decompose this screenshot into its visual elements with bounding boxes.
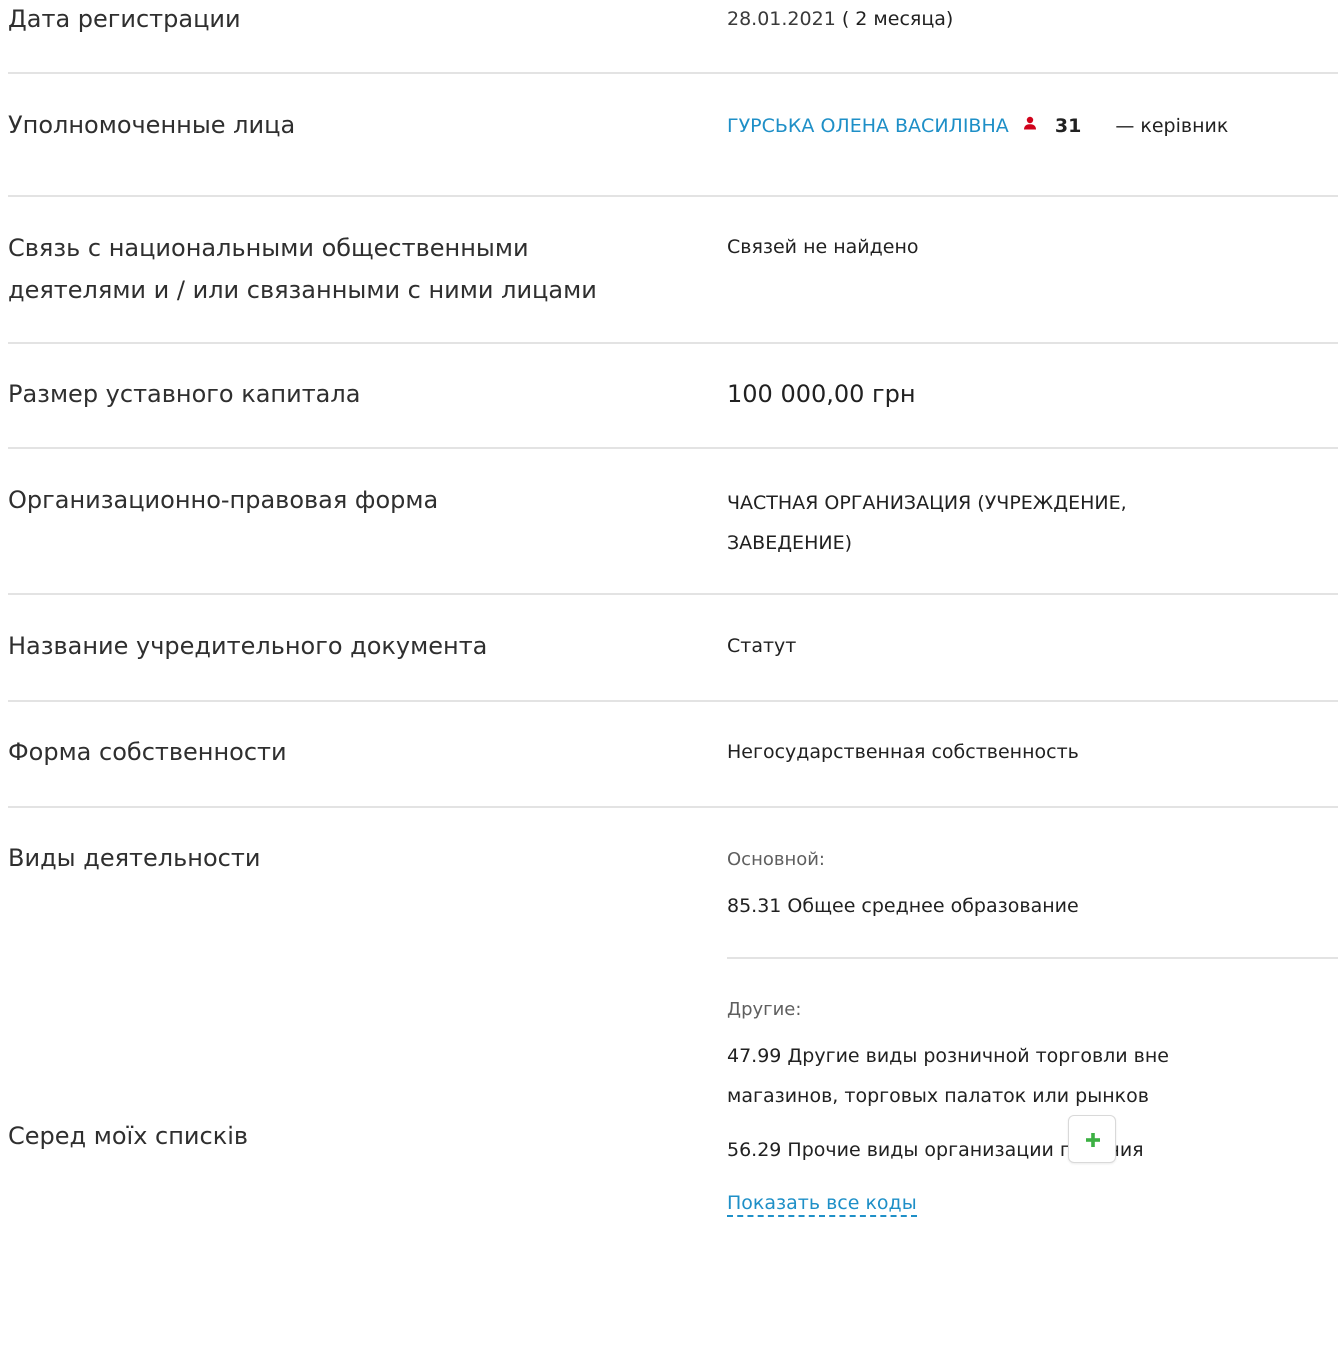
pep-label-line1: Связь с национальными общественными — [8, 234, 529, 262]
registration-date-value: 28.01.2021 ( 2 месяца) — [727, 0, 1338, 38]
authorized-person-role: — керівник — [1115, 115, 1229, 137]
activities-divider — [727, 957, 1338, 959]
row-authorized-persons: Уполномоченные лица ГУРСЬКА ОЛЕНА ВАСИЛІ… — [8, 74, 1338, 197]
legal-form-value: ЧАСТНАЯ ОРГАНИЗАЦИЯ (УЧРЕЖДЕНИЕ, ЗАВЕДЕН… — [727, 483, 1338, 563]
authorized-person-link[interactable]: ГУРСЬКА ОЛЕНА ВАСИЛІВНА — [727, 115, 1009, 137]
row-legal-form: Организационно-правовая форма ЧАСТНАЯ ОР… — [8, 449, 1338, 595]
charter-capital-label: Размер уставного капитала — [8, 380, 361, 408]
show-all-codes: Показать все коды — [727, 1184, 1338, 1222]
founding-document-value: Статут — [727, 635, 797, 657]
legal-form-line2: ЗАВЕДЕНИЕ) — [727, 532, 852, 554]
pep-label-line2: деятелями и / или связанными с ними лица… — [8, 276, 597, 304]
authorized-persons-value: ГУРСЬКА ОЛЕНА ВАСИЛІВНА 31 — керівник — [727, 107, 1338, 146]
row-pep-connections: Связь с национальными общественными деят… — [8, 197, 1338, 344]
registration-date-label: Дата регистрации — [8, 5, 241, 33]
main-activity-heading: Основной: — [727, 849, 825, 870]
company-details: Дата регистрации 28.01.2021 ( 2 месяца) … — [0, 0, 1343, 1354]
other-activity-1-line2: магазинов, торговых палаток или рынков — [727, 1085, 1149, 1107]
registration-date: 28.01.2021 — [727, 8, 836, 30]
legal-form-label: Организационно-правовая форма — [8, 486, 439, 514]
founding-document-label: Название учредительного документа — [8, 632, 488, 660]
row-activities: Виды деятельности Основной: 85.31 Общее … — [8, 808, 1338, 1228]
row-charter-capital: Размер уставного капитала 100 000,00 грн — [8, 344, 1338, 449]
charter-capital-value: 100 000,00 грн — [727, 380, 916, 408]
my-lists-label: Серед моїх списків — [8, 1122, 249, 1150]
related-companies-count[interactable]: 31 — [1055, 115, 1081, 137]
show-all-codes-link[interactable]: Показать все коды — [727, 1192, 917, 1217]
legal-form-line1: ЧАСТНАЯ ОРГАНИЗАЦИЯ (УЧРЕЖДЕНИЕ, — [727, 492, 1127, 514]
row-ownership-form: Форма собственности Негосударственная со… — [8, 702, 1338, 808]
pep-connections-label: Связь с национальными общественными деят… — [8, 227, 668, 311]
registration-duration: ( 2 месяца) — [841, 8, 954, 30]
row-founding-document: Название учредительного документа Статут — [8, 595, 1338, 702]
row-registration-date: Дата регистрации 28.01.2021 ( 2 месяца) — [8, 0, 1338, 74]
pep-connections-value: Связей не найдено — [727, 236, 919, 258]
person-icon — [1023, 105, 1037, 143]
other-activity-item-1: 47.99 Другие виды розничной торговли вне… — [727, 1036, 1338, 1116]
authorized-persons-label: Уполномоченные лица — [8, 111, 296, 139]
plus-icon — [1086, 1133, 1100, 1147]
ownership-form-value: Негосударственная собственность — [727, 741, 1079, 763]
other-activity-item-2: 56.29 Прочие виды организации питания — [727, 1139, 1144, 1161]
ownership-form-label: Форма собственности — [8, 738, 287, 766]
main-activity-item: 85.31 Общее среднее образование — [727, 895, 1079, 917]
activities-label: Виды деятельности — [8, 844, 261, 872]
other-activities-heading: Другие: — [727, 999, 802, 1020]
other-activity-1-line1: 47.99 Другие виды розничной торговли вне — [727, 1045, 1169, 1067]
add-to-list-button[interactable] — [1068, 1115, 1116, 1163]
